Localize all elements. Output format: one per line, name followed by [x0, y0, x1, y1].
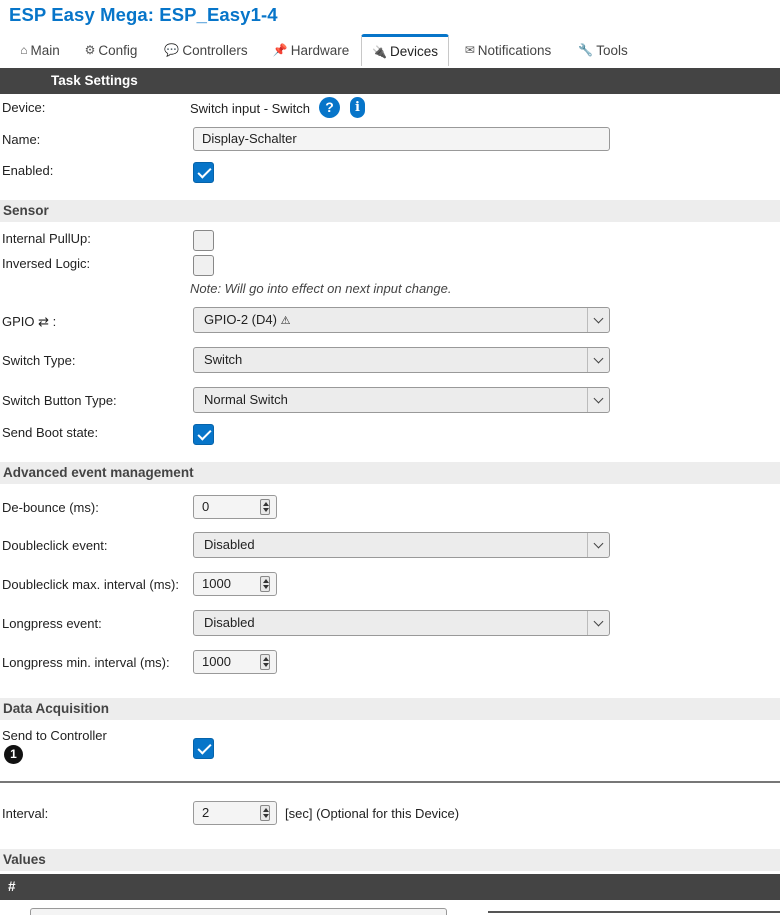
send-controller-label: Send to Controller: [2, 728, 107, 743]
envelope-icon: ✉: [464, 43, 475, 57]
inversed-note: Note: Will go into effect on next input …: [190, 281, 452, 296]
interval-suffix: [sec] (Optional for this Device): [285, 806, 460, 821]
pullup-checkbox[interactable]: [193, 230, 214, 251]
main-nav-tabs: ⌂ Main ⚙ Config 💬 Controllers 📌 Hardware 🔌 De…: [0, 34, 780, 66]
spinner-icon[interactable]: [260, 654, 270, 670]
task-settings-header: Task Settings: [0, 68, 780, 94]
task-settings-title: Task Settings: [51, 73, 138, 88]
app-title: ESP Easy Mega: ESP_Easy1-4: [9, 4, 278, 25]
button-type-select[interactable]: Normal Switch: [193, 387, 610, 413]
house-icon: ⌂: [20, 43, 28, 57]
tab-label: Controllers: [182, 42, 248, 58]
enabled-checkbox[interactable]: [193, 162, 214, 183]
warning-icon: ⚠: [280, 315, 291, 327]
interval-input[interactable]: 2: [193, 801, 277, 825]
enabled-label: Enabled:: [2, 163, 54, 178]
button-type-label: Switch Button Type:: [2, 393, 117, 408]
values-row-divider: [488, 911, 780, 913]
tab-label: Tools: [596, 42, 628, 58]
chevron-down-icon: [587, 388, 609, 412]
plug-icon: 🔌: [372, 44, 387, 59]
tab-label: Hardware: [290, 42, 350, 58]
lp-interval-input[interactable]: 1000: [193, 650, 277, 674]
tab-label: Notifications: [477, 42, 552, 58]
tab-main[interactable]: ⌂ Main: [14, 34, 66, 66]
chevron-down-icon: [587, 611, 609, 635]
inversed-checkbox[interactable]: [193, 255, 214, 276]
gpio-label: GPIO ⇄ :: [2, 314, 57, 329]
advanced-section-header: Advanced event management: [0, 462, 780, 484]
switch-type-value: Switch: [204, 352, 243, 367]
values-section-header: Values: [0, 849, 780, 871]
info-icon[interactable]: i: [350, 97, 365, 118]
device-value: Switch input - Switch: [190, 101, 310, 116]
pullup-label: Internal PullUp:: [2, 231, 91, 246]
tab-label: Main: [30, 42, 60, 58]
tab-hardware[interactable]: 📌 Hardware: [268, 34, 354, 66]
name-input[interactable]: Display-Schalter: [193, 127, 610, 151]
dc-interval-input[interactable]: 1000: [193, 572, 277, 596]
boot-state-checkbox[interactable]: [193, 424, 214, 445]
debounce-input[interactable]: 0: [193, 495, 277, 519]
tab-controllers[interactable]: 💬 Controllers: [160, 34, 252, 66]
values-row-input[interactable]: [30, 908, 447, 915]
send-controller-checkbox[interactable]: [193, 738, 214, 759]
doubleclick-select[interactable]: Disabled: [193, 532, 610, 558]
boot-state-label: Send Boot state:: [2, 425, 99, 440]
chevron-down-icon: [587, 308, 609, 332]
device-label: Device:: [2, 100, 46, 115]
tab-devices[interactable]: 🔌 Devices: [361, 34, 449, 66]
dc-interval-label: Doubleclick max. interval (ms):: [2, 577, 179, 592]
chat-icon: 💬: [164, 43, 180, 57]
tab-config[interactable]: ⚙ Config: [80, 34, 142, 66]
doubleclick-label: Doubleclick event:: [2, 538, 108, 553]
gpio-select[interactable]: GPIO-2 (D4) ⚠: [193, 307, 610, 333]
tab-label: Config: [98, 42, 138, 58]
inversed-label: Inversed Logic:: [2, 256, 91, 271]
lp-interval-value: 1000: [202, 654, 231, 669]
longpress-select[interactable]: Disabled: [193, 610, 610, 636]
gear-icon: ⚙: [84, 43, 96, 57]
button-type-value: Normal Switch: [204, 392, 288, 407]
debounce-label: De-bounce (ms):: [2, 500, 99, 515]
tab-tools[interactable]: 🔧 Tools: [572, 34, 634, 66]
debounce-value: 0: [202, 499, 210, 514]
help-icon[interactable]: ?: [319, 97, 340, 118]
lp-interval-label: Longpress min. interval (ms):: [2, 655, 170, 670]
longpress-value: Disabled: [204, 615, 255, 630]
spinner-icon[interactable]: [260, 805, 270, 821]
tab-label: Devices: [389, 44, 438, 59]
values-table-header: #: [0, 874, 780, 900]
col-hash: #: [8, 879, 16, 894]
wrench-icon: 🔧: [578, 43, 594, 57]
sensor-section-header: Sensor: [0, 200, 780, 222]
pin-icon: 📌: [272, 43, 288, 57]
spinner-icon[interactable]: [260, 499, 270, 515]
controller-number-badge: 1: [4, 745, 23, 764]
divider: [0, 781, 780, 783]
interval-value: 2: [202, 805, 210, 820]
interval-label: Interval:: [2, 806, 49, 821]
dc-interval-value: 1000: [202, 576, 231, 591]
switch-type-label: Switch Type:: [2, 353, 76, 368]
doubleclick-value: Disabled: [204, 537, 255, 552]
longpress-label: Longpress event:: [2, 616, 102, 631]
chevron-down-icon: [587, 533, 609, 557]
name-label: Name:: [2, 132, 41, 147]
gpio-value: GPIO-2 (D4): [204, 312, 277, 327]
data-acquisition-section-header: Data Acquisition: [0, 698, 780, 720]
tab-notifications[interactable]: ✉ Notifications: [458, 34, 558, 66]
chevron-down-icon: [587, 348, 609, 372]
spinner-icon[interactable]: [260, 576, 270, 592]
switch-type-select[interactable]: Switch: [193, 347, 610, 373]
